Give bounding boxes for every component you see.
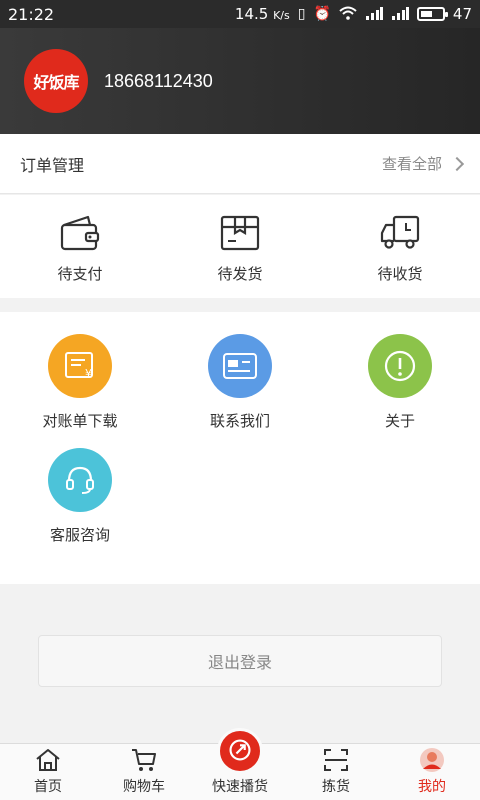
status-icons: 14.5 K/s ▯ ⏰ 47 <box>235 5 472 23</box>
card-icon <box>208 334 272 398</box>
order-management-header[interactable]: 订单管理 查看全部 <box>0 134 480 194</box>
bill-icon: ¥ <box>48 334 112 398</box>
order-pending-shipment[interactable]: 待发货 <box>160 195 320 298</box>
contact-us-label: 联系我们 <box>209 412 270 430</box>
alarm-icon: ⏰ <box>313 6 331 22</box>
tab-home-label: 首页 <box>34 779 62 795</box>
box-icon <box>220 215 260 251</box>
statement-download-label: 对账单下载 <box>42 412 118 430</box>
order-pending-receipt[interactable]: 待收货 <box>320 195 480 298</box>
tab-home[interactable]: 首页 <box>0 744 96 800</box>
home-icon <box>36 749 60 771</box>
order-status-row: 待支付 待发货 待收货 <box>0 195 480 298</box>
network-speed: 14.5 K/s <box>235 5 290 23</box>
scan-icon <box>324 749 348 771</box>
tab-cart[interactable]: 购物车 <box>96 744 192 800</box>
status-time: 21:22 <box>8 4 55 24</box>
view-all-orders-link[interactable]: 查看全部 <box>381 153 465 174</box>
order-management-title: 订单管理 <box>20 155 85 175</box>
bottom-tab-bar: 首页 购物车 快速播货 拣货 我的 <box>0 728 480 800</box>
contact-us[interactable]: 联系我们 <box>160 334 320 431</box>
profile-header: 好饭库 18668112430 <box>0 28 480 134</box>
wallet-icon <box>60 215 100 251</box>
tab-mine[interactable]: 我的 <box>384 744 480 800</box>
user-phone: 18668112430 <box>104 70 213 91</box>
battery-icon <box>416 7 448 21</box>
services-grid: ¥ 对账单下载 联系我们 关于 客服咨询 <box>0 312 480 584</box>
info-icon <box>368 334 432 398</box>
signal-icon-2 <box>391 6 409 23</box>
tab-picking-label: 拣货 <box>322 779 350 795</box>
network-speed-unit: K/s <box>273 9 290 22</box>
tab-cart-label: 购物车 <box>123 779 165 795</box>
wifi-icon <box>339 6 357 23</box>
order-pending-shipment-label: 待发货 <box>217 265 263 283</box>
battery-level: 47 <box>452 5 472 23</box>
order-pending-payment[interactable]: 待支付 <box>0 195 160 298</box>
tab-mine-label: 我的 <box>418 779 446 795</box>
truck-icon <box>380 215 420 249</box>
customer-service[interactable]: 客服咨询 <box>0 448 160 545</box>
svg-text:¥: ¥ <box>85 367 92 380</box>
about[interactable]: 关于 <box>320 334 480 431</box>
statement-download[interactable]: ¥ 对账单下载 <box>0 334 160 431</box>
view-all-label: 查看全部 <box>381 155 442 173</box>
vibrate-icon: ▯ <box>297 6 306 22</box>
customer-service-label: 客服咨询 <box>49 526 110 544</box>
about-label: 关于 <box>384 412 415 430</box>
tab-picking[interactable]: 拣货 <box>288 744 384 800</box>
cart-icon <box>132 749 156 771</box>
tab-quick-broadcast[interactable]: 快速播货 <box>192 728 288 800</box>
status-bar: 21:22 14.5 K/s ▯ ⏰ 47 <box>0 0 480 28</box>
chevron-right-icon <box>449 156 465 171</box>
order-pending-payment-label: 待支付 <box>57 265 103 283</box>
headset-icon <box>48 448 112 512</box>
logout-button[interactable]: 退出登录 <box>38 635 442 687</box>
user-icon <box>420 748 444 772</box>
order-pending-receipt-label: 待收货 <box>377 265 423 283</box>
app-logo: 好饭库 <box>24 49 88 113</box>
network-speed-value: 14.5 <box>234 5 269 23</box>
share-icon <box>217 728 263 774</box>
signal-icon <box>365 6 383 23</box>
tab-quick-broadcast-label: 快速播货 <box>212 779 268 795</box>
